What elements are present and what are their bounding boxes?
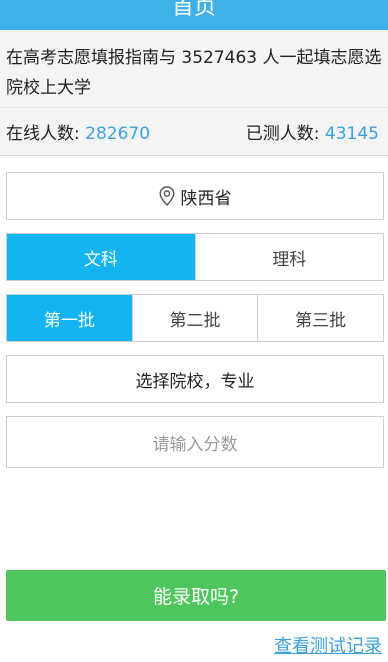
tab-liberal-arts[interactable]: 文科 (7, 234, 195, 280)
tab-batch-2[interactable]: 第二批 (131, 295, 258, 341)
province-selector[interactable]: 陕西省 (6, 172, 384, 220)
tested-count: 已测人数: 43145 (246, 119, 379, 144)
online-value: 282670 (85, 124, 151, 144)
score-input[interactable]: 请输入分数 (6, 416, 384, 468)
online-label: 在线人数: (6, 124, 80, 144)
batch-tabs: 第一批 第二批 第三批 (6, 294, 384, 342)
app-header: 首页 (0, 0, 388, 30)
online-count: 在线人数: 282670 (6, 119, 150, 144)
tab-batch-3[interactable]: 第三批 (257, 295, 384, 341)
tested-label: 已测人数: (245, 124, 320, 144)
tested-value: 43145 (324, 124, 379, 144)
tab-science[interactable]: 理科 (194, 234, 383, 280)
location-pin-icon (158, 186, 175, 206)
subject-tabs: 文科 理科 (6, 233, 384, 281)
tab-batch-1[interactable]: 第一批 (7, 295, 132, 341)
school-major-selector[interactable]: 选择院校，专业 (6, 355, 384, 403)
province-label: 陕西省 (180, 188, 232, 209)
submit-button[interactable]: 能录取吗? (6, 570, 386, 621)
page-title: 首页 (171, 0, 216, 20)
stats-bar: 在线人数: 282670 已测人数: 43145 (0, 108, 388, 156)
intro-text: 在高考志愿填报指南与 3527463 人一起填志愿选院校上大学 (0, 30, 388, 108)
view-history-link[interactable]: 查看测试记录 (274, 632, 382, 662)
